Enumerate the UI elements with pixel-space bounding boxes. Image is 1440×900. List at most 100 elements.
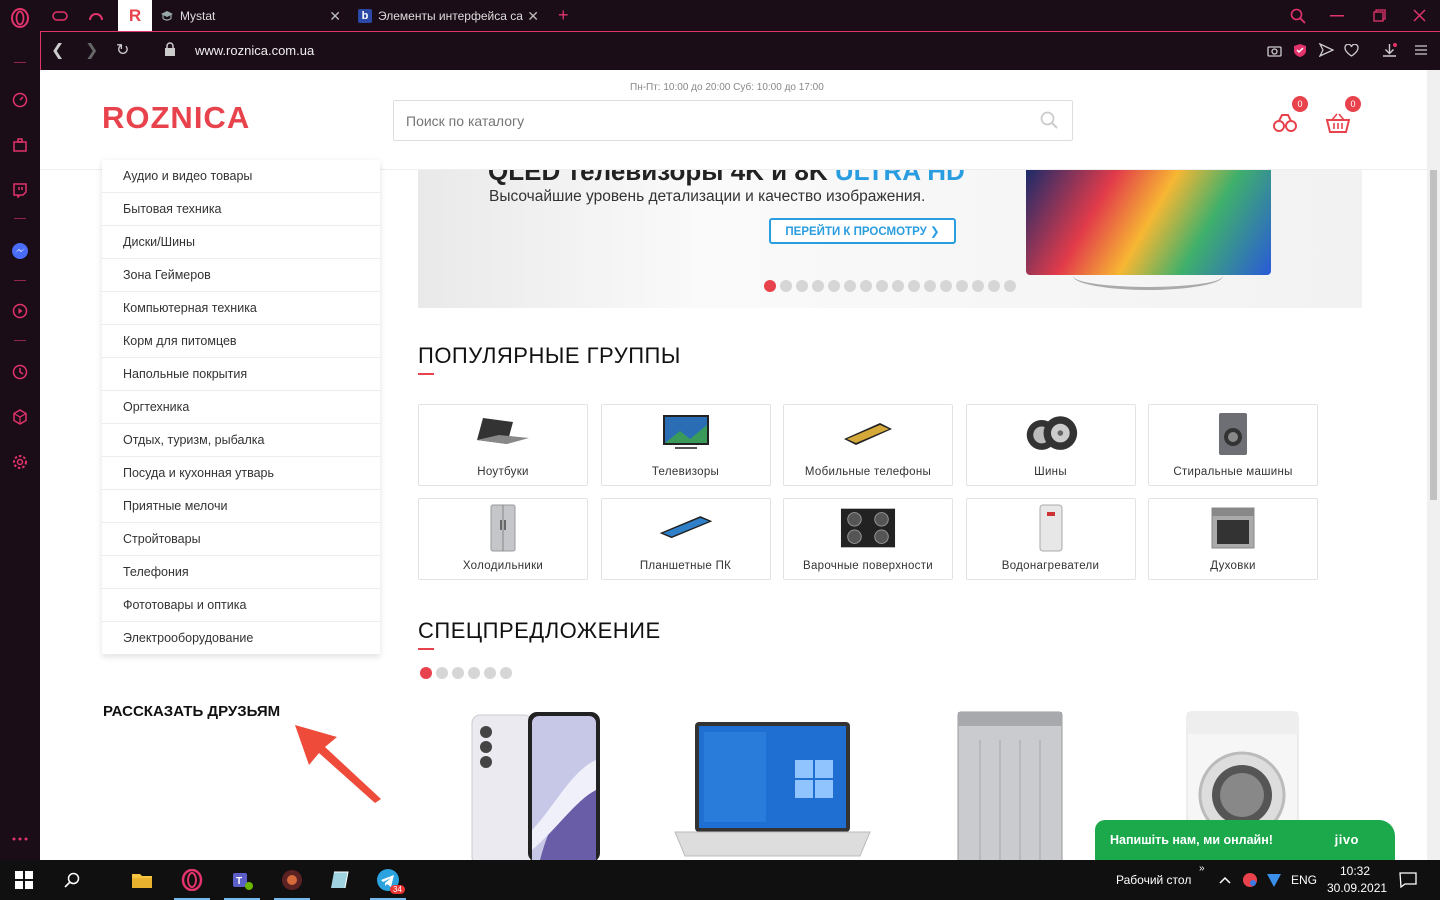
group-card[interactable]: Стиральные машины	[1148, 404, 1318, 486]
pagination-dot[interactable]	[924, 280, 936, 292]
settings-gear-icon[interactable]	[10, 452, 30, 472]
group-card[interactable]: Варочные поверхности	[783, 498, 953, 580]
extensions-cube-icon[interactable]	[10, 407, 30, 427]
category-item[interactable]: Оргтехника	[102, 391, 380, 424]
category-item[interactable]: Электрооборудование	[102, 622, 380, 655]
pagination-dot[interactable]	[860, 280, 872, 292]
pagination-dot[interactable]	[468, 667, 480, 679]
group-card[interactable]: Ноутбуки	[418, 404, 588, 486]
pagination-dot[interactable]	[796, 280, 808, 292]
reload-icon[interactable]: ↻	[116, 40, 129, 60]
speedometer-icon[interactable]	[88, 0, 104, 31]
category-item[interactable]: Посуда и кухонная утварь	[102, 457, 380, 490]
pagination-dot[interactable]	[908, 280, 920, 292]
search-input[interactable]	[394, 101, 1014, 140]
pagination-dot[interactable]	[972, 280, 984, 292]
group-card[interactable]: Мобильные телефоны	[783, 404, 953, 486]
url-text[interactable]: www.roznica.com.ua	[195, 43, 314, 58]
back-icon[interactable]: ❮	[51, 40, 64, 60]
close-window-icon[interactable]	[1413, 0, 1426, 31]
send-icon[interactable]	[1318, 42, 1334, 58]
pagination-dot[interactable]	[1004, 280, 1016, 292]
search-icon[interactable]	[1040, 111, 1058, 134]
language-indicator[interactable]: ENG	[1291, 873, 1317, 887]
group-card[interactable]: Телевизоры	[600, 404, 771, 486]
close-tab-icon[interactable]: ✕	[527, 8, 539, 25]
pagination-dot[interactable]	[988, 280, 1000, 292]
live-chat-widget[interactable]: Напишіть нам, ми онлайн! jivo	[1095, 820, 1395, 860]
product-dishwasher[interactable]	[955, 710, 1065, 860]
history-icon[interactable]	[10, 362, 30, 382]
scrollbar-thumb[interactable]	[1430, 170, 1437, 500]
gamepad-icon[interactable]	[52, 0, 68, 31]
pagination-dot[interactable]	[876, 280, 888, 292]
cart-basket-icon[interactable]	[1325, 112, 1351, 134]
category-item[interactable]: Корм для питомцев	[102, 325, 380, 358]
teams-icon[interactable]: T	[224, 868, 260, 900]
pagination-dot[interactable]	[828, 280, 840, 292]
tray-antivirus-icon[interactable]	[1238, 868, 1262, 892]
clock-time[interactable]: 10:32	[1340, 864, 1370, 878]
tray-expand-icon[interactable]	[1213, 868, 1237, 892]
pagination-dot[interactable]	[420, 667, 432, 679]
compare-binoculars-icon[interactable]	[1272, 112, 1298, 134]
forward-icon[interactable]: ❯	[85, 40, 98, 60]
group-card[interactable]: Холодильники	[418, 498, 588, 580]
desktop-toolbar-label[interactable]: Рабочий стол	[1116, 873, 1191, 887]
windows-start-icon[interactable]	[12, 868, 36, 892]
pagination-dot[interactable]	[940, 280, 952, 292]
category-item[interactable]: Фототовары и оптика	[102, 589, 380, 622]
product-laptop[interactable]	[670, 710, 875, 860]
group-card[interactable]: Водонагреватели	[965, 498, 1136, 580]
pagination-dot[interactable]	[484, 667, 496, 679]
pagination-dot[interactable]	[956, 280, 968, 292]
page-scrollbar[interactable]	[1427, 70, 1440, 860]
heart-icon[interactable]	[1343, 42, 1359, 58]
new-tab-button[interactable]: +	[558, 0, 569, 31]
category-item[interactable]: Зона Геймеров	[102, 259, 380, 292]
notes-app-icon[interactable]	[328, 868, 352, 892]
pagination-dot[interactable]	[500, 667, 512, 679]
category-item[interactable]: Отдых, туризм, рыбалка	[102, 424, 380, 457]
pagination-dot[interactable]	[812, 280, 824, 292]
category-item[interactable]: Телефония	[102, 556, 380, 589]
category-item[interactable]: Диски/Шины	[102, 226, 380, 259]
tab-roznica[interactable]: R	[118, 0, 152, 31]
twitch-icon[interactable]	[10, 180, 30, 200]
pagination-dot[interactable]	[764, 280, 776, 292]
vpn-shield-icon[interactable]	[1292, 42, 1308, 58]
category-item[interactable]: Аудио и видео товары	[102, 160, 380, 193]
pagination-dot[interactable]	[892, 280, 904, 292]
site-logo[interactable]: ROZNICA	[102, 100, 250, 136]
view-button[interactable]: ПЕРЕЙТИ К ПРОСМОТРУ ❯	[769, 218, 956, 244]
speed-dial-icon[interactable]	[10, 90, 30, 110]
file-explorer-icon[interactable]	[130, 868, 154, 892]
pagination-dot[interactable]	[844, 280, 856, 292]
game-app-icon[interactable]	[274, 868, 310, 900]
pagination-dot[interactable]	[436, 667, 448, 679]
group-card[interactable]: Духовки	[1148, 498, 1318, 580]
category-item[interactable]: Бытовая техника	[102, 193, 380, 226]
pagination-dot[interactable]	[780, 280, 792, 292]
clock-date[interactable]: 30.09.2021	[1327, 881, 1387, 895]
category-item[interactable]: Стройтовары	[102, 523, 380, 556]
category-item[interactable]: Приятные мелочи	[102, 490, 380, 523]
group-card[interactable]: Планшетные ПК	[600, 498, 771, 580]
tab-interface-elements[interactable]: b Элементы интерфейса са ✕	[358, 0, 543, 31]
messenger-icon[interactable]	[10, 241, 30, 261]
category-item[interactable]: Напольные покрытия	[102, 358, 380, 391]
briefcase-icon[interactable]	[10, 135, 30, 155]
pagination-dot[interactable]	[452, 667, 464, 679]
camera-icon[interactable]	[1266, 42, 1282, 58]
notifications-icon[interactable]	[1396, 868, 1420, 892]
group-card[interactable]: Шины	[965, 404, 1136, 486]
tab-mystat[interactable]: Mystat ✕	[160, 0, 345, 31]
taskbar-search-icon[interactable]	[60, 868, 84, 892]
minimize-icon[interactable]	[1330, 0, 1344, 31]
more-dots-icon[interactable]	[10, 829, 30, 849]
download-icon[interactable]	[1381, 42, 1397, 58]
toolbar-expand-icon[interactable]: »	[1199, 863, 1205, 874]
player-icon[interactable]	[10, 301, 30, 321]
easy-setup-icon[interactable]	[1413, 42, 1429, 58]
opera-logo-icon[interactable]	[10, 8, 30, 28]
